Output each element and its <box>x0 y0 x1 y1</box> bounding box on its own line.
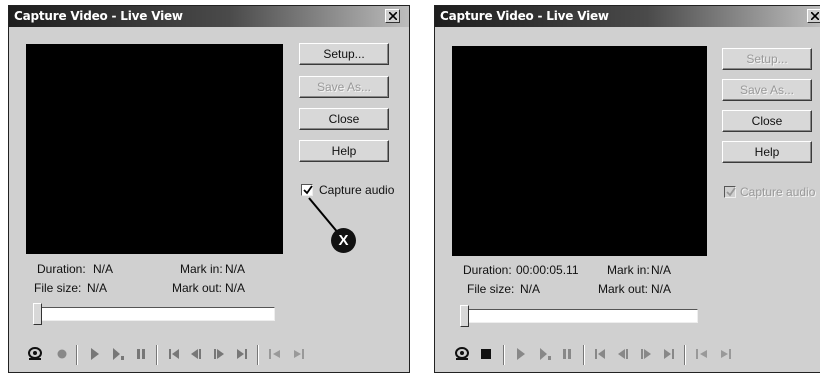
mark-in-label: Mark in: <box>180 262 223 276</box>
close-icon <box>811 12 819 20</box>
checkmark-icon <box>303 185 313 195</box>
play-slow-icon[interactable] <box>111 346 125 362</box>
capture-audio-checkbox[interactable] <box>301 184 313 196</box>
capture-audio-label: Capture audio <box>319 183 395 197</box>
mark-in-icon[interactable] <box>267 346 283 362</box>
file-size-value: N/A <box>87 281 108 295</box>
mark-in-value: N/A <box>651 263 672 277</box>
step-back-icon[interactable] <box>616 346 630 362</box>
mark-in-value: N/A <box>225 262 246 276</box>
save-as-button[interactable]: Save As... <box>299 76 389 98</box>
separator <box>156 345 157 365</box>
help-button[interactable]: Help <box>299 140 389 162</box>
step-forward-icon[interactable] <box>639 346 653 362</box>
timeline-slider-thumb[interactable] <box>33 303 42 325</box>
callout-badge: X <box>331 228 356 253</box>
mark-out-value: N/A <box>651 282 672 296</box>
preview-icon[interactable] <box>27 346 45 362</box>
mark-out-icon[interactable] <box>718 346 734 362</box>
record-icon[interactable] <box>55 346 69 362</box>
mark-in-icon[interactable] <box>694 346 710 362</box>
go-to-end-icon[interactable] <box>662 346 676 362</box>
play-icon[interactable] <box>515 346 527 362</box>
capture-audio-label: Capture audio <box>740 185 816 199</box>
close-window-button[interactable] <box>807 9 820 23</box>
close-icon <box>389 12 397 20</box>
separator <box>583 345 584 365</box>
timeline-slider-track[interactable] <box>35 307 275 321</box>
mark-out-icon[interactable] <box>291 346 307 362</box>
video-preview <box>26 44 283 254</box>
pause-icon[interactable] <box>561 346 573 362</box>
mark-out-value: N/A <box>225 281 246 295</box>
step-back-icon[interactable] <box>189 346 203 362</box>
capture-audio-checkbox[interactable] <box>724 186 736 198</box>
close-window-button[interactable] <box>385 9 400 23</box>
capture-video-window-left: Capture Video - Live View Setup... Save … <box>8 5 410 373</box>
setup-button[interactable]: Setup... <box>299 43 389 65</box>
preview-icon[interactable] <box>454 346 472 362</box>
file-size-label: File size: <box>467 282 515 296</box>
window-title: Capture Video - Live View <box>14 9 183 23</box>
step-forward-icon[interactable] <box>212 346 226 362</box>
duration-label: Duration: <box>37 262 86 276</box>
checkmark-icon <box>726 187 736 197</box>
timeline-slider-track[interactable] <box>462 309 698 323</box>
duration-value: N/A <box>93 262 114 276</box>
duration-label: Duration: <box>463 263 512 277</box>
close-button[interactable]: Close <box>722 110 812 132</box>
duration-value: 00:00:05.11 <box>516 263 579 277</box>
setup-button[interactable]: Setup... <box>722 48 812 70</box>
stop-icon[interactable] <box>479 346 493 362</box>
play-icon[interactable] <box>89 346 101 362</box>
pause-icon[interactable] <box>135 346 147 362</box>
play-slow-icon[interactable] <box>538 346 552 362</box>
mark-out-label: Mark out: <box>598 282 649 296</box>
window-title: Capture Video - Live View <box>440 9 609 23</box>
title-bar[interactable]: Capture Video - Live View <box>9 6 409 27</box>
video-preview <box>452 46 707 256</box>
file-size-label: File size: <box>34 281 82 295</box>
separator <box>76 345 77 365</box>
file-size-value: N/A <box>520 282 541 296</box>
go-to-start-icon[interactable] <box>593 346 607 362</box>
title-bar[interactable]: Capture Video - Live View <box>435 6 820 27</box>
go-to-end-icon[interactable] <box>235 346 249 362</box>
help-button[interactable]: Help <box>722 141 812 163</box>
separator <box>257 345 258 365</box>
mark-out-label: Mark out: <box>172 281 223 295</box>
separator <box>503 345 504 365</box>
save-as-button[interactable]: Save As... <box>722 79 812 101</box>
timeline-slider-thumb[interactable] <box>460 305 469 327</box>
separator <box>684 345 685 365</box>
close-button[interactable]: Close <box>299 108 389 130</box>
go-to-start-icon[interactable] <box>167 346 181 362</box>
capture-video-window-right: Capture Video - Live View Setup... Save … <box>434 5 820 373</box>
mark-in-label: Mark in: <box>607 263 650 277</box>
